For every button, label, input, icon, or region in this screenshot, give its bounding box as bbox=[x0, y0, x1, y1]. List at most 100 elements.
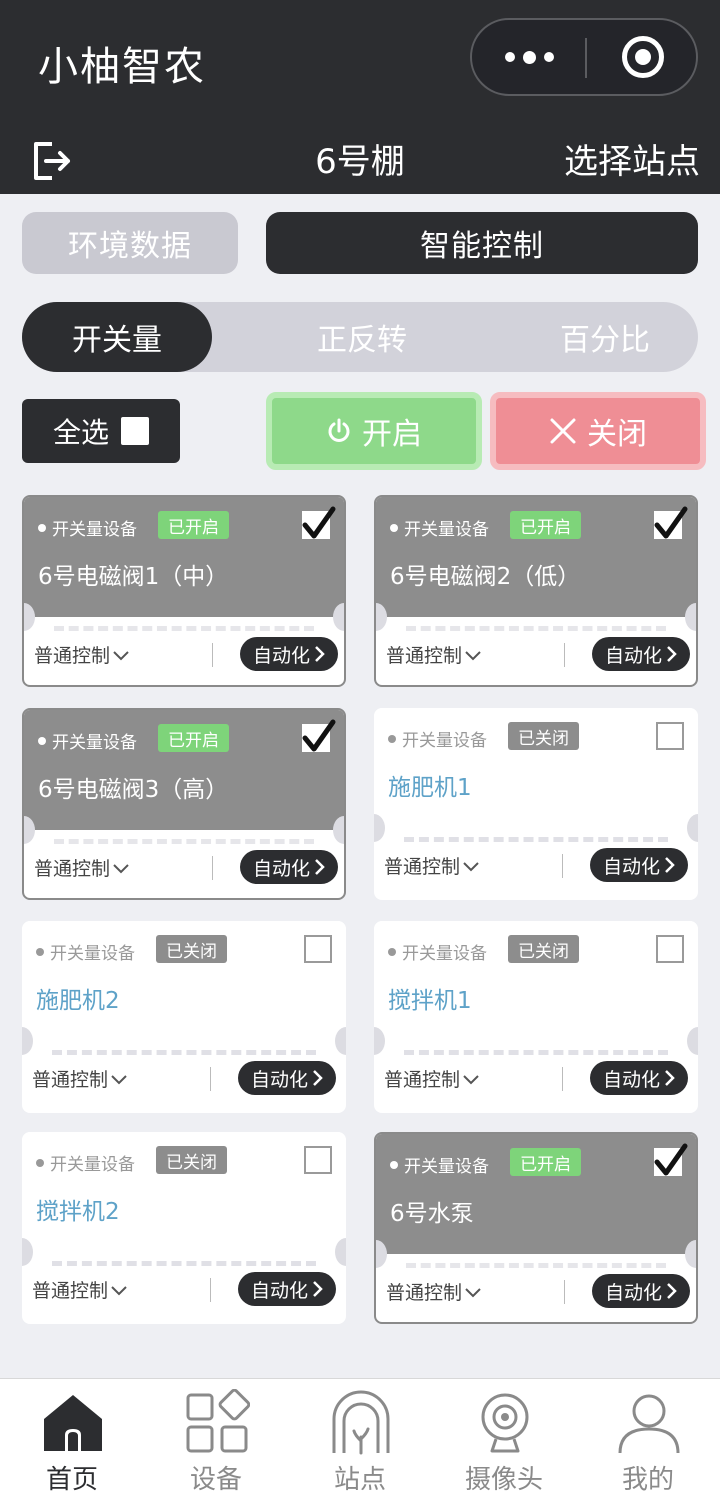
bullet-icon bbox=[388, 947, 396, 956]
control-separator bbox=[564, 1280, 565, 1304]
automation-label: 自动化 bbox=[252, 857, 310, 880]
normal-control-dropdown[interactable]: 普通控制 bbox=[32, 1276, 128, 1303]
device-checkbox[interactable] bbox=[302, 506, 336, 539]
checkmark-icon bbox=[302, 506, 336, 539]
device-card[interactable]: 开关量设备 已开启 6号电磁阀1（中） 普通控制 自动化 bbox=[22, 495, 346, 687]
segment-forward-reverse[interactable]: 正反转 bbox=[287, 302, 437, 372]
automation-button[interactable]: 自动化 bbox=[238, 1272, 336, 1306]
close-button[interactable]: 关闭 bbox=[490, 392, 706, 470]
chevron-right-icon bbox=[667, 646, 677, 662]
chevron-right-icon bbox=[313, 1281, 323, 1297]
nav-station[interactable]: 站点 bbox=[288, 1379, 432, 1503]
nav-label: 摄像头 bbox=[464, 1465, 543, 1495]
device-checkbox[interactable] bbox=[302, 719, 336, 752]
more-icon[interactable] bbox=[472, 20, 586, 94]
home-icon bbox=[44, 1395, 102, 1451]
device-type: 开关量设备 bbox=[388, 726, 487, 751]
device-type: 开关量设备 bbox=[390, 515, 489, 540]
device-type: 开关量设备 bbox=[36, 939, 135, 964]
automation-label: 自动化 bbox=[602, 1068, 660, 1091]
control-separator bbox=[210, 1067, 211, 1091]
chevron-down-icon bbox=[113, 650, 129, 660]
normal-control-dropdown[interactable]: 普通控制 bbox=[34, 641, 130, 668]
automation-button[interactable]: 自动化 bbox=[240, 637, 338, 671]
device-card[interactable]: 开关量设备 已开启 6号电磁阀3（高） 普通控制 自动化 bbox=[22, 708, 346, 900]
device-card[interactable]: 开关量设备 已关闭 施肥机1 普通控制 自动化 bbox=[374, 708, 698, 900]
power-icon bbox=[328, 418, 350, 442]
close-target-icon[interactable] bbox=[622, 36, 664, 78]
device-checkbox[interactable] bbox=[654, 1143, 688, 1176]
device-card[interactable]: 开关量设备 已关闭 搅拌机1 普通控制 自动化 bbox=[374, 921, 698, 1113]
tab-environment-data[interactable]: 环境数据 bbox=[22, 212, 238, 274]
device-card[interactable]: 开关量设备 已关闭 施肥机2 普通控制 自动化 bbox=[22, 921, 346, 1113]
chevron-right-icon bbox=[667, 1283, 677, 1299]
control-separator bbox=[564, 643, 565, 667]
normal-control-dropdown[interactable]: 普通控制 bbox=[384, 852, 480, 879]
chevron-down-icon bbox=[463, 1074, 479, 1084]
segment-percent[interactable]: 百分比 bbox=[530, 302, 680, 372]
dashed-divider bbox=[406, 626, 666, 631]
nav-label: 站点 bbox=[333, 1465, 386, 1495]
device-checkbox[interactable] bbox=[654, 506, 688, 539]
device-card[interactable]: 开关量设备 已开启 6号水泵 普通控制 自动化 bbox=[374, 1132, 698, 1324]
device-type-label: 开关量设备 bbox=[52, 520, 137, 540]
bottom-nav: 首页 设备 站点 摄像头 我的 bbox=[0, 1378, 720, 1503]
automation-button[interactable]: 自动化 bbox=[592, 637, 690, 671]
automation-button[interactable]: 自动化 bbox=[592, 1274, 690, 1308]
automation-label: 自动化 bbox=[250, 1279, 308, 1302]
normal-control-label: 普通控制 bbox=[32, 1280, 109, 1302]
dashed-divider bbox=[404, 837, 668, 842]
device-checkbox[interactable] bbox=[304, 1146, 332, 1174]
bullet-icon bbox=[390, 523, 398, 532]
device-checkbox[interactable] bbox=[304, 935, 332, 963]
automation-button[interactable]: 自动化 bbox=[590, 848, 688, 882]
automation-button[interactable]: 自动化 bbox=[240, 850, 338, 884]
device-checkbox[interactable] bbox=[656, 935, 684, 963]
device-type-label: 开关量设备 bbox=[404, 1157, 489, 1177]
device-name: 搅拌机1 bbox=[388, 988, 472, 1014]
automation-button[interactable]: 自动化 bbox=[238, 1061, 336, 1095]
normal-control-dropdown[interactable]: 普通控制 bbox=[386, 1278, 482, 1305]
camera-icon bbox=[481, 1393, 529, 1453]
segment-switch[interactable]: 开关量 bbox=[22, 302, 212, 372]
ticket-notch bbox=[333, 603, 344, 631]
dashed-divider bbox=[54, 626, 314, 631]
status-badge: 已开启 bbox=[510, 511, 581, 539]
device-card[interactable]: 开关量设备 已开启 6号电磁阀2（低） 普通控制 自动化 bbox=[374, 495, 698, 687]
normal-control-dropdown[interactable]: 普通控制 bbox=[34, 854, 130, 881]
nav-home[interactable]: 首页 bbox=[0, 1379, 144, 1503]
ticket-notch bbox=[685, 1240, 696, 1268]
nav-label: 首页 bbox=[45, 1465, 98, 1495]
device-checkbox[interactable] bbox=[656, 722, 684, 750]
nav-profile[interactable]: 我的 bbox=[576, 1379, 720, 1503]
control-separator bbox=[212, 856, 213, 880]
dashed-divider bbox=[404, 1050, 668, 1055]
select-station-link[interactable]: 选择站点 bbox=[564, 134, 700, 183]
chevron-right-icon bbox=[665, 1070, 675, 1086]
normal-control-dropdown[interactable]: 普通控制 bbox=[386, 641, 482, 668]
ticket-notch bbox=[335, 1238, 346, 1266]
nav-camera[interactable]: 摄像头 bbox=[432, 1379, 576, 1503]
select-all-checkbox[interactable] bbox=[121, 417, 149, 445]
device-type-label: 开关量设备 bbox=[402, 731, 487, 751]
open-label: 开启 bbox=[362, 417, 422, 452]
device-type: 开关量设备 bbox=[390, 1152, 489, 1177]
normal-control-dropdown[interactable]: 普通控制 bbox=[384, 1065, 480, 1092]
device-name: 6号电磁阀2（低） bbox=[390, 564, 581, 590]
device-type: 开关量设备 bbox=[36, 1150, 135, 1175]
normal-control-dropdown[interactable]: 普通控制 bbox=[32, 1065, 128, 1092]
device-card[interactable]: 开关量设备 已关闭 搅拌机2 普通控制 自动化 bbox=[22, 1132, 346, 1324]
device-name: 施肥机1 bbox=[388, 775, 472, 801]
chevron-down-icon bbox=[111, 1074, 127, 1084]
nav-devices[interactable]: 设备 bbox=[144, 1379, 288, 1503]
tab-smart-control[interactable]: 智能控制 bbox=[266, 212, 698, 274]
chevron-right-icon bbox=[315, 859, 325, 875]
open-button[interactable]: 开启 bbox=[266, 392, 482, 470]
control-separator bbox=[562, 854, 563, 878]
ticket-notch bbox=[687, 1027, 698, 1055]
automation-button[interactable]: 自动化 bbox=[590, 1061, 688, 1095]
status-badge: 已关闭 bbox=[156, 1146, 227, 1174]
device-name: 6号电磁阀1（中） bbox=[38, 564, 229, 590]
grid-icon bbox=[186, 1389, 250, 1453]
select-all-button[interactable]: 全选 bbox=[22, 399, 180, 463]
